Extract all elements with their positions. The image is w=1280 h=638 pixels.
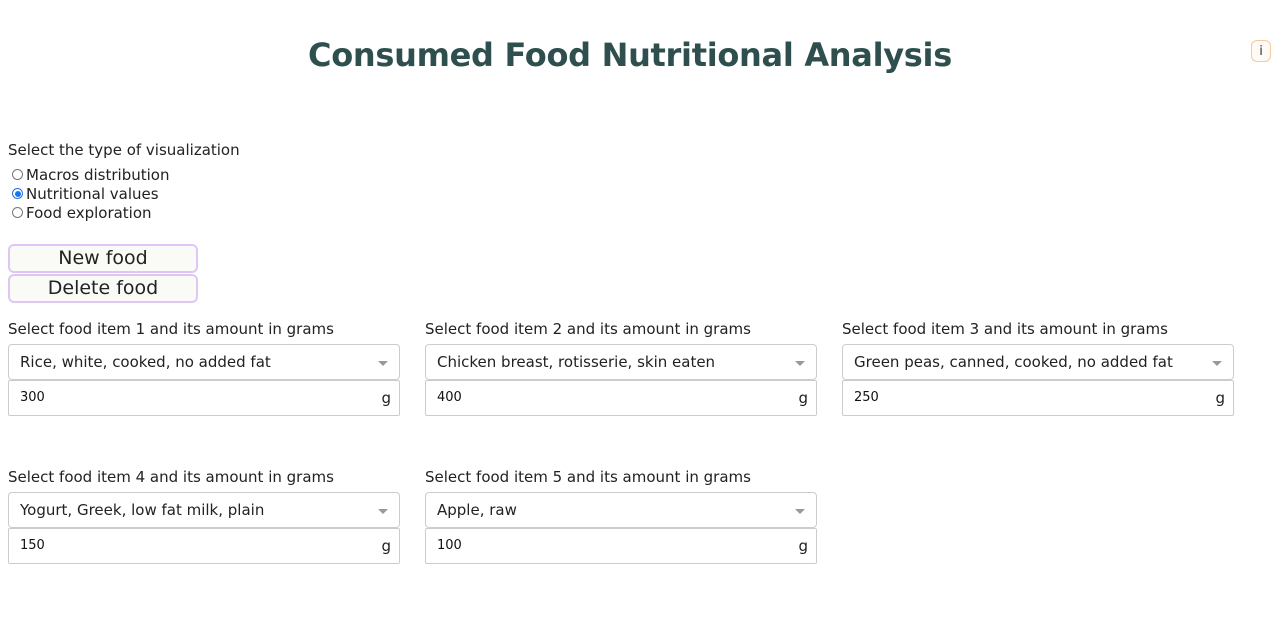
food-select-dropdown[interactable]: Yogurt, Greek, low fat milk, plain: [8, 492, 400, 528]
food-select-value: Rice, white, cooked, no added fat: [20, 353, 271, 371]
amount-input[interactable]: 300 g: [8, 380, 400, 416]
chevron-down-icon[interactable]: [795, 509, 805, 514]
info-button[interactable]: i: [1251, 40, 1271, 62]
food-item-1: Select food item 1 and its amount in gra…: [8, 319, 400, 416]
unit-label: g: [798, 389, 808, 407]
chevron-down-icon[interactable]: [378, 509, 388, 514]
amount-value: 300: [20, 390, 45, 405]
food-select-dropdown[interactable]: Apple, raw: [425, 492, 817, 528]
food-select-dropdown[interactable]: Chicken breast, rotisserie, skin eaten: [425, 344, 817, 380]
food-item-label: Select food item 1 and its amount in gra…: [8, 320, 334, 338]
radio-button-icon[interactable]: [12, 169, 23, 180]
radio-nutritional-values[interactable]: Nutritional values: [12, 184, 169, 203]
unit-label: g: [381, 389, 391, 407]
food-select-value: Apple, raw: [437, 501, 517, 519]
food-select-dropdown[interactable]: Rice, white, cooked, no added fat: [8, 344, 400, 380]
amount-value: 250: [854, 390, 879, 405]
food-select-value: Yogurt, Greek, low fat milk, plain: [20, 501, 265, 519]
amount-input[interactable]: 150 g: [8, 528, 400, 564]
amount-input[interactable]: 400 g: [425, 380, 817, 416]
radio-label: Food exploration: [26, 203, 152, 222]
amount-value: 100: [437, 538, 462, 553]
chevron-down-icon[interactable]: [378, 361, 388, 366]
amount-input[interactable]: 250 g: [842, 380, 1234, 416]
radio-label: Nutritional values: [26, 184, 159, 203]
food-item-4: Select food item 4 and its amount in gra…: [8, 467, 400, 564]
amount-value: 400: [437, 390, 462, 405]
page-title: Consumed Food Nutritional Analysis: [308, 36, 952, 74]
food-item-5: Select food item 5 and its amount in gra…: [425, 467, 817, 564]
visualization-label: Select the type of visualization: [8, 141, 240, 159]
radio-button-icon[interactable]: [12, 188, 23, 199]
food-item-label: Select food item 3 and its amount in gra…: [842, 320, 1168, 338]
food-select-dropdown[interactable]: Green peas, canned, cooked, no added fat: [842, 344, 1234, 380]
amount-value: 150: [20, 538, 45, 553]
visualization-radio-group: Macros distribution Nutritional values F…: [12, 165, 169, 222]
food-item-label: Select food item 4 and its amount in gra…: [8, 468, 334, 486]
unit-label: g: [381, 537, 391, 555]
chevron-down-icon[interactable]: [795, 361, 805, 366]
amount-input[interactable]: 100 g: [425, 528, 817, 564]
radio-macros-distribution[interactable]: Macros distribution: [12, 165, 169, 184]
unit-label: g: [1215, 389, 1225, 407]
food-item-2: Select food item 2 and its amount in gra…: [425, 319, 817, 416]
radio-food-exploration[interactable]: Food exploration: [12, 203, 169, 222]
delete-food-button[interactable]: Delete food: [8, 274, 198, 303]
new-food-button[interactable]: New food: [8, 244, 198, 273]
radio-button-icon[interactable]: [12, 207, 23, 218]
radio-label: Macros distribution: [26, 165, 170, 184]
food-item-label: Select food item 2 and its amount in gra…: [425, 320, 751, 338]
chevron-down-icon[interactable]: [1212, 361, 1222, 366]
food-select-value: Green peas, canned, cooked, no added fat: [854, 353, 1173, 371]
food-item-3: Select food item 3 and its amount in gra…: [842, 319, 1234, 416]
food-select-value: Chicken breast, rotisserie, skin eaten: [437, 353, 716, 371]
food-item-label: Select food item 5 and its amount in gra…: [425, 468, 751, 486]
unit-label: g: [798, 537, 808, 555]
